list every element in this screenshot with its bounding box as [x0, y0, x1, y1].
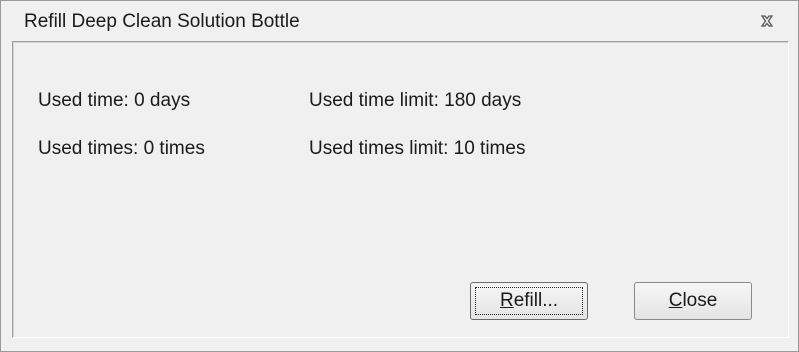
close-label: Close: [668, 290, 718, 311]
refill-button[interactable]: Refill...: [470, 282, 588, 320]
refill-dialog: Refill Deep Clean Solution Bottle Used t…: [0, 0, 799, 352]
refill-label: Refill...: [499, 290, 559, 311]
used-time-text: Used time: 0 days: [38, 90, 191, 111]
dialog-title: Refill Deep Clean Solution Bottle: [24, 11, 300, 32]
close-button[interactable]: Close: [634, 282, 752, 320]
close-icon[interactable]: [757, 11, 777, 31]
used-times-text: Used times: 0 times: [38, 138, 205, 159]
title-bar: Refill Deep Clean Solution Bottle: [1, 1, 798, 41]
used-time-limit-text: Used time limit: 180 days: [309, 90, 522, 111]
used-times-limit-text: Used times limit: 10 times: [309, 138, 526, 159]
